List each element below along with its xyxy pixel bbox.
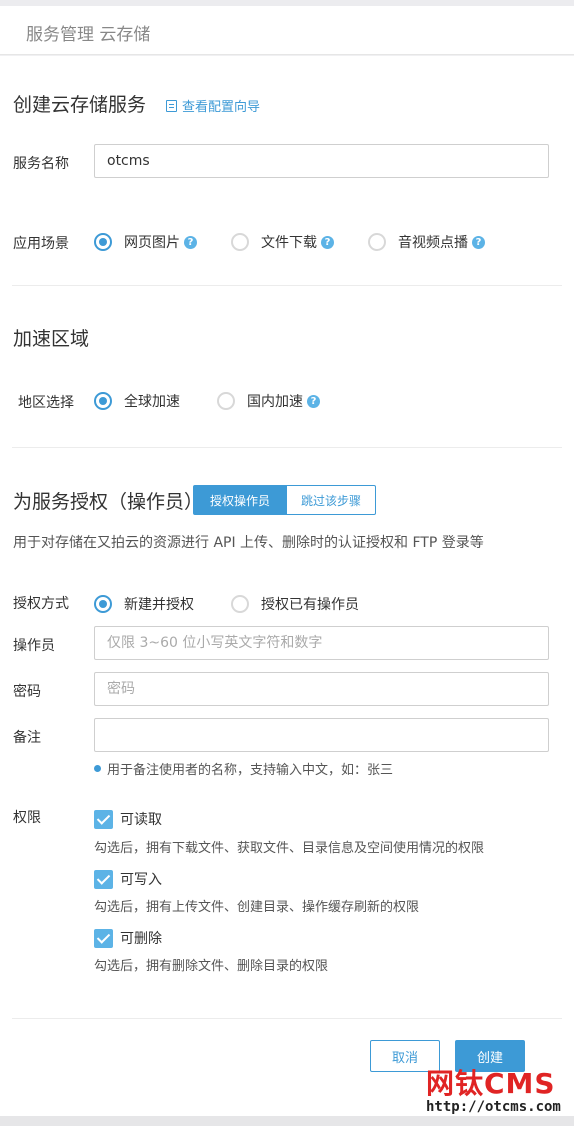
remark-hint: 用于备注使用者的名称，支持输入中文，如：张三 [94,759,393,778]
radio-circle [231,233,249,251]
radio-circle [94,392,112,410]
main-panel: 创建云存储服务 查看配置向导 服务名称 应用场景 网页图片 ? 文件下载 ? 音… [0,56,574,1116]
password-input[interactable] [94,672,549,706]
page-title: 服务管理 云存储 [26,25,151,45]
scene-label-file-download: 文件下载 [261,235,317,251]
method-label-create: 新建并授权 [124,597,194,613]
scene-label-web-images: 网页图片 [124,235,180,251]
operator-label: 操作员 [13,638,55,654]
method-label-existing: 授权已有操作员 [261,597,359,613]
radio-circle [217,392,235,410]
scene-radio-web-images[interactable]: 网页图片 ? [94,232,197,252]
checkbox-checked-icon [94,928,113,948]
page-header: 服务管理 云存储 [0,6,574,55]
perm-desc-delete: 勾选后，拥有删除文件、删除目录的权限 [94,959,329,974]
help-icon[interactable]: ? [321,235,334,249]
radio-circle [368,233,386,251]
scene-radio-av-vod[interactable]: 音视频点播 ? [368,232,485,252]
section-divider [12,1018,562,1019]
authorize-operator-tab[interactable]: 授权操作员 [193,485,288,515]
perm-checkbox-delete[interactable]: 可删除 [94,928,162,948]
document-icon [166,99,177,112]
radio-circle [94,595,112,613]
service-name-input[interactable] [94,144,549,178]
remark-label: 备注 [13,730,41,746]
section-divider [12,285,562,286]
region-radio-domestic[interactable]: 国内加速 ? [217,391,320,411]
config-guide-label: 查看配置向导 [182,100,261,115]
bottom-strip [0,1116,574,1126]
section-divider [12,447,562,448]
password-label: 密码 [13,684,41,700]
region-label-domestic: 国内加速 [247,394,303,410]
radio-circle [231,595,249,613]
operator-input[interactable] [94,626,549,660]
help-icon[interactable]: ? [307,394,320,408]
remark-hint-text: 用于备注使用者的名称，支持输入中文，如：张三 [107,763,394,778]
help-icon[interactable]: ? [472,235,485,249]
checkbox-checked-icon [94,869,113,889]
create-section-title: 创建云存储服务 [13,94,147,116]
perm-checkbox-read[interactable]: 可读取 [94,809,162,829]
region-radio-global[interactable]: 全球加速 [94,391,180,411]
perm-desc-write: 勾选后，拥有上传文件、创建目录、操作缓存刷新的权限 [94,900,420,915]
remark-input[interactable] [94,718,549,752]
scene-label-av-vod: 音视频点播 [398,235,468,251]
auth-description: 用于对存储在又拍云的资源进行 API 上传、删除时的认证授权和 FTP 登录等 [13,535,484,551]
accel-section-title: 加速区域 [13,328,90,350]
method-radio-create[interactable]: 新建并授权 [94,594,194,614]
perm-label-read: 可读取 [120,812,162,828]
config-guide-link[interactable]: 查看配置向导 [166,96,260,115]
scene-radio-file-download[interactable]: 文件下载 ? [231,232,334,252]
region-label-global: 全球加速 [124,394,180,410]
watermark-logo: 网钛CMS [426,1067,556,1100]
perm-label-write: 可写入 [120,872,162,888]
perm-checkbox-write[interactable]: 可写入 [94,869,162,889]
skip-step-tab[interactable]: 跳过该步骤 [287,485,377,515]
region-label: 地区选择 [18,395,74,411]
permission-label: 权限 [13,810,41,826]
scene-label: 应用场景 [13,236,69,252]
method-radio-existing[interactable]: 授权已有操作员 [231,594,359,614]
radio-circle [94,233,112,251]
help-icon[interactable]: ? [184,235,197,249]
watermark-url: http://otcms.com [426,1099,561,1115]
info-dot-icon [94,765,101,772]
auth-step-toggle: 授权操作员 跳过该步骤 [193,485,377,515]
service-name-label: 服务名称 [13,156,69,172]
auth-section-title: 为服务授权（操作员） [13,491,204,513]
auth-method-label: 授权方式 [13,596,69,612]
perm-desc-read: 勾选后，拥有下载文件、获取文件、目录信息及空间使用情况的权限 [94,841,485,856]
perm-label-delete: 可删除 [120,931,162,947]
checkbox-checked-icon [94,809,113,829]
